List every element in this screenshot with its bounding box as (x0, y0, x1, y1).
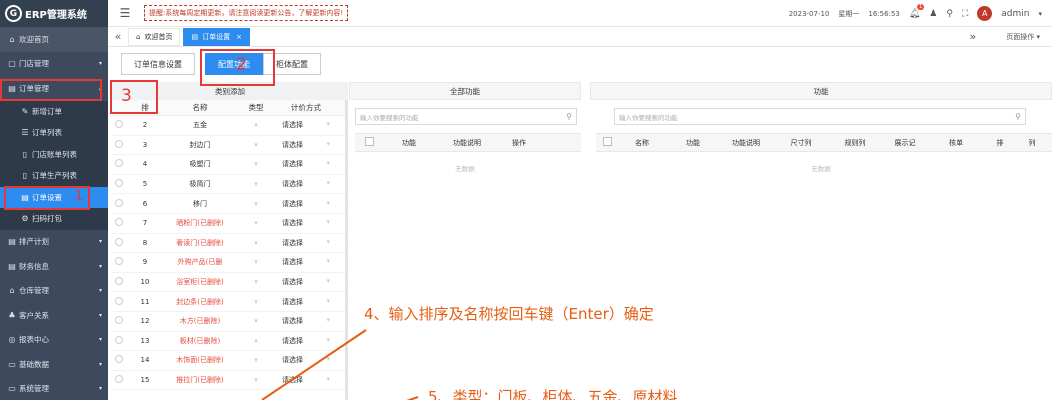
annotation-arrows (261, 329, 419, 400)
annotation-arrow-step-4 (261, 329, 367, 400)
